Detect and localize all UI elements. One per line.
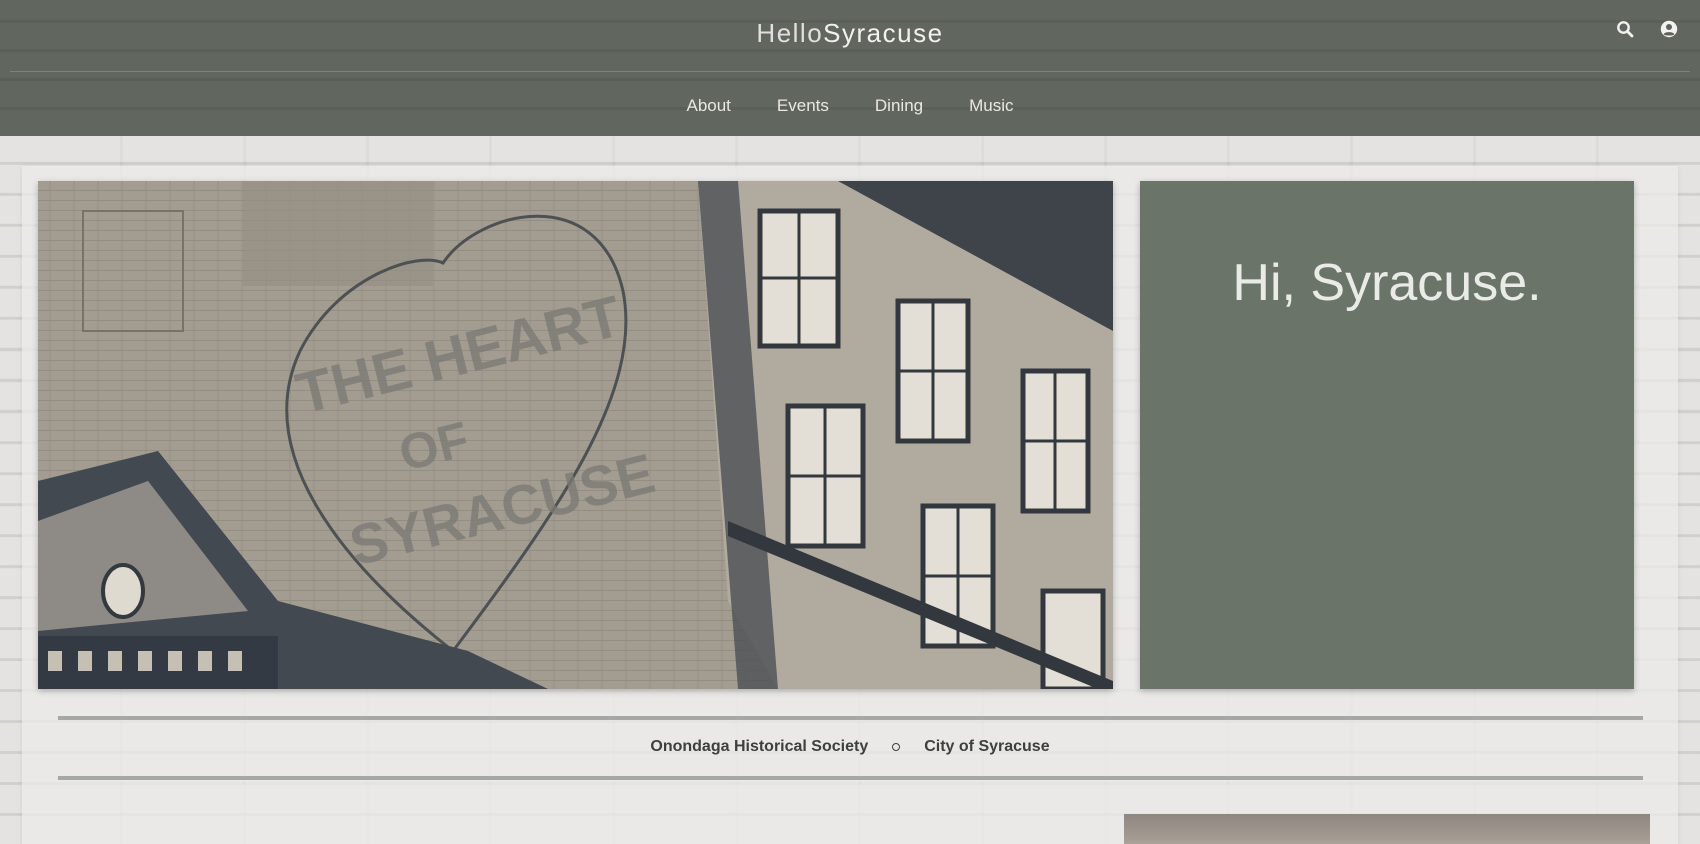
search-icon[interactable] <box>1616 20 1634 38</box>
partner-link-city-of-syracuse[interactable]: City of Syracuse <box>924 738 1049 756</box>
header-divider <box>10 71 1690 72</box>
partner-link-onondaga-historical-society[interactable]: Onondaga Historical Society <box>650 738 868 756</box>
nav-link-about[interactable]: About <box>686 96 730 116</box>
site-header: HelloSyracuse About Events Dining Music <box>0 0 1700 136</box>
nav-link-music[interactable]: Music <box>969 96 1013 116</box>
hero-image: THE HEART OF SYRACUSE <box>38 181 1113 689</box>
site-logo[interactable]: HelloSyracuse <box>0 18 1700 49</box>
logo-text-syracuse: Syracuse <box>823 18 944 48</box>
nav-link-events[interactable]: Events <box>777 96 829 116</box>
nav-link-dining[interactable]: Dining <box>875 96 923 116</box>
header-actions <box>1616 20 1678 38</box>
secondary-image <box>1124 814 1650 844</box>
user-account-icon[interactable] <box>1660 20 1678 38</box>
logo-text-hello: Hello <box>756 18 824 48</box>
greeting-title: Hi, Syracuse. <box>1232 254 1542 312</box>
partners-rule-top <box>58 716 1643 720</box>
greeting-card: Hi, Syracuse. <box>1140 181 1634 689</box>
main-nav: About Events Dining Music <box>0 96 1700 116</box>
partners-rule-bottom <box>58 776 1643 780</box>
partner-links: Onondaga Historical Society City of Syra… <box>0 738 1700 756</box>
separator-dot-icon <box>892 743 901 751</box>
